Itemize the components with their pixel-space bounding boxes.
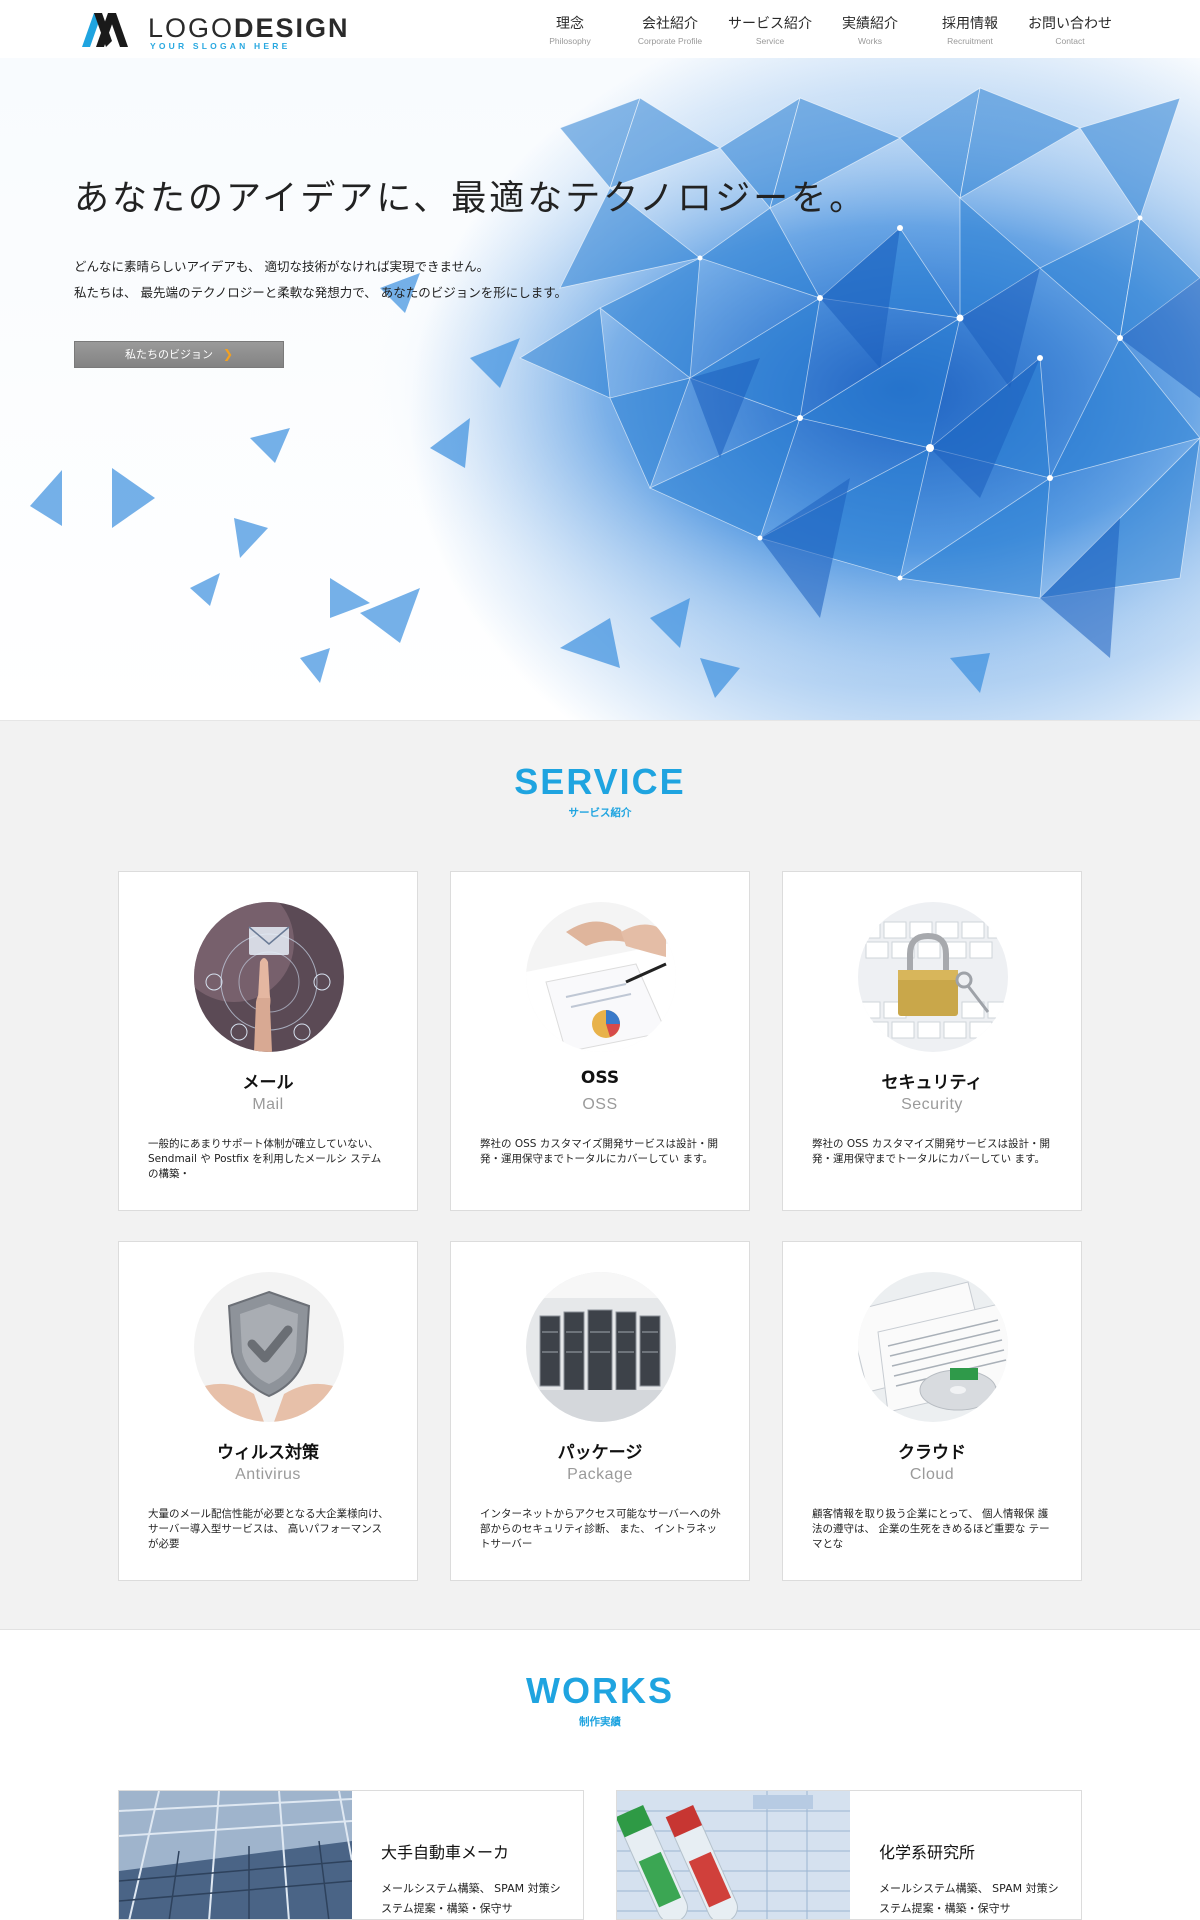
logo-slogan: YOUR SLOGAN HERE [150,41,291,51]
nav-label-en: Corporate Profile [637,36,703,46]
nav-label-jp: 実績紹介 [842,16,898,32]
card-title: メール [242,1073,294,1093]
service-section: SERVICE サービス紹介 メール Mail 一般的にあまりサポート体制が確立… [0,720,1200,1630]
hero-description: どんなに素晴らしいアイデアも、 適切な技術がなければ実現できません。 私たちは、… [74,254,567,306]
card-title: ウィルス対策 [217,1443,319,1463]
work-description: メールシステム構築、 SPAM 対策システム提案・構築・保守サ [879,1882,1059,1915]
service-card-oss[interactable]: OSS OSS 弊社の OSS カスタマイズ開発サービスは設計・開発・運用保守ま… [450,871,750,1211]
nav-item-recruitment[interactable]: 採用情報 Recruitment [922,14,1018,47]
card-description: 弊社の OSS カスタマイズ開発サービスは設計・開発・運用保守までトータルにカバ… [812,1138,1050,1165]
logo-wordmark: LOGODESIGN [148,13,350,44]
card-description: 弊社の OSS カスタマイズ開発サービスは設計・開発・運用保守までトータルにカバ… [480,1138,718,1165]
card-subtitle: Antivirus [235,1466,301,1483]
security-image [858,902,1008,1052]
nav-item-service[interactable]: サービス紹介 Service [722,14,818,47]
nav-label-jp: 理念 [556,16,584,32]
work-title: 化学系研究所 [879,1843,976,1862]
card-title: OSS [580,1068,620,1088]
card-subtitle: Security [901,1096,963,1113]
site-header: LOGODESIGN YOUR SLOGAN HERE 理念 Philosoph… [0,0,1200,58]
card-subtitle: Cloud [909,1466,955,1483]
site-logo[interactable]: LOGODESIGN YOUR SLOGAN HERE [82,11,362,51]
card-subtitle: Mail [252,1096,284,1113]
main-nav: 理念 Philosophy 会社紹介 Corporate Profile サービ… [522,14,1122,50]
works-section-title: WORKS [526,1670,674,1711]
nav-item-contact[interactable]: お問い合わせ Contact [1022,14,1118,47]
cloud-image [858,1272,1008,1422]
card-description: インターネットからアクセス可能なサーバーへの外部からのセキュリティ診断、 また、… [480,1508,721,1550]
service-card-security[interactable]: セキュリティ Security 弊社の OSS カスタマイズ開発サービスは設計・… [782,871,1082,1211]
oss-image [526,902,676,1052]
card-description: 顧客情報を取り扱う企業にとって、 個人情報保 護法の遵守は、 企業の生死をきめる… [812,1508,1050,1550]
service-card-mail[interactable]: メール Mail 一般的にあまりサポート体制が確立していない、 Sendmail… [118,871,418,1211]
mail-image [194,902,344,1052]
service-section-title: SERVICE [514,761,686,802]
card-title: パッケージ [557,1443,643,1463]
nav-label-jp: 会社紹介 [642,16,698,32]
card-subtitle: Package [567,1466,633,1483]
service-card-cloud[interactable]: クラウド Cloud 顧客情報を取り扱う企業にとって、 個人情報保 護法の遵守は… [782,1241,1082,1581]
nav-label-en: Service [755,36,785,46]
logo-wordmark-thin: LOGO [148,13,235,43]
chevron-right-icon: ❯ [222,347,234,361]
logo-wordmark-bold: DESIGN [234,13,350,43]
nav-label-jp: サービス紹介 [728,16,812,32]
works-section: WORKS 制作実績 [0,1630,1200,1790]
hero-section: あなたのアイデアに、最適なテクノロジーを。 どんなに素晴らしいアイデアも、 適切… [0,58,1200,720]
hero-description-line: 私たちは、 最先端のテクノロジーと柔軟な発想力で、 あなたのビジョンを形にします… [74,285,567,300]
nav-label-en: Recruitment [947,36,993,46]
card-description: 大量のメール配信性能が必要となる大企業様向け、 サーバー導入型サービスは、 高い… [148,1508,389,1550]
nav-label-en: Contact [1055,36,1085,46]
hero-title: あなたのアイデアに、最適なテクノロジーを。 [74,179,868,219]
card-description: 一般的にあまりサポート体制が確立していない、 Sendmail や Postfi… [148,1138,382,1180]
nav-label-jp: お問い合わせ [1028,16,1112,32]
nav-item-corporate-profile[interactable]: 会社紹介 Corporate Profile [622,14,718,47]
nav-item-philosophy[interactable]: 理念 Philosophy [522,14,618,47]
works-section-subtitle: 制作実績 [579,1716,621,1728]
nav-label-en: Works [858,36,882,46]
work-item[interactable]: 大手自動車メーカ メールシステム構築、 SPAM 対策システム提案・構築・保守サ [118,1790,584,1920]
factory-image [119,1791,352,1919]
service-card-antivirus[interactable]: ウィルス対策 Antivirus 大量のメール配信性能が必要となる大企業様向け、… [118,1241,418,1581]
antivirus-image [194,1272,344,1422]
vision-button[interactable]: 私たちのビジョン ❯ [74,341,284,368]
logo-mark-icon [82,13,128,47]
nav-item-works[interactable]: 実績紹介 Works [822,14,918,47]
card-title: セキュリティ [881,1073,983,1093]
service-section-subtitle: サービス紹介 [568,807,632,819]
hero-polygon-background [0,58,1200,720]
card-title: クラウド [898,1443,966,1463]
nav-label-en: Philosophy [549,36,591,46]
work-item[interactable]: 化学系研究所 メールシステム構築、 SPAM 対策システム提案・構築・保守サ [616,1790,1082,1920]
nav-label-jp: 採用情報 [942,16,998,32]
work-description: メールシステム構築、 SPAM 対策システム提案・構築・保守サ [381,1882,561,1915]
service-card-package[interactable]: パッケージ Package インターネットからアクセス可能なサーバーへの外部から… [450,1241,750,1581]
hero-description-line: どんなに素晴らしいアイデアも、 適切な技術がなければ実現できません。 [74,259,490,274]
test-tubes-image [617,1791,850,1919]
work-title: 大手自動車メーカ [381,1843,510,1862]
package-image [526,1272,676,1422]
card-subtitle: OSS [582,1096,618,1113]
vision-button-label: 私たちのビジョン [124,348,213,361]
